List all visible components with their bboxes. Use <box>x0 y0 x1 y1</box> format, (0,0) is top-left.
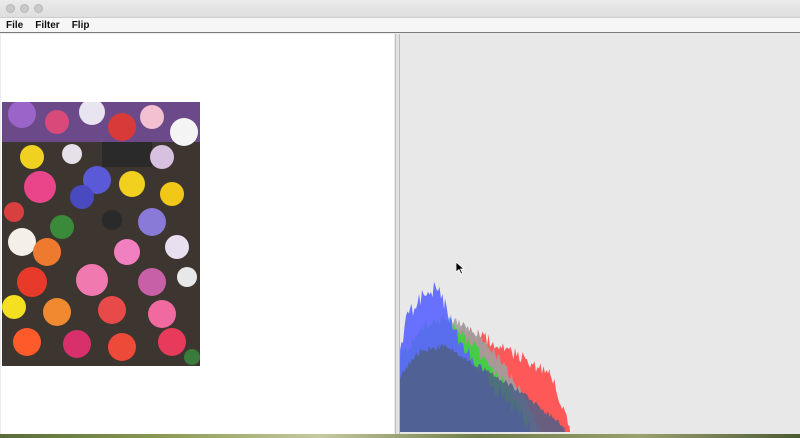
image-pane <box>1 34 394 434</box>
app-window: File Filter Flip <box>0 0 800 438</box>
menu-flip[interactable]: Flip <box>72 20 90 31</box>
menu-file[interactable]: File <box>6 20 23 31</box>
minimize-icon[interactable] <box>20 4 29 13</box>
zoom-icon[interactable] <box>34 4 43 13</box>
title-bar <box>0 0 800 18</box>
flower-photo <box>2 102 200 366</box>
histogram-chart <box>400 281 570 432</box>
desktop-background-strip <box>0 434 800 438</box>
close-icon[interactable] <box>6 4 15 13</box>
histogram-pane <box>400 34 800 434</box>
menu-filter[interactable]: Filter <box>35 20 59 31</box>
mouse-pointer-icon <box>456 262 466 275</box>
menu-bar: File Filter Flip <box>0 18 800 33</box>
